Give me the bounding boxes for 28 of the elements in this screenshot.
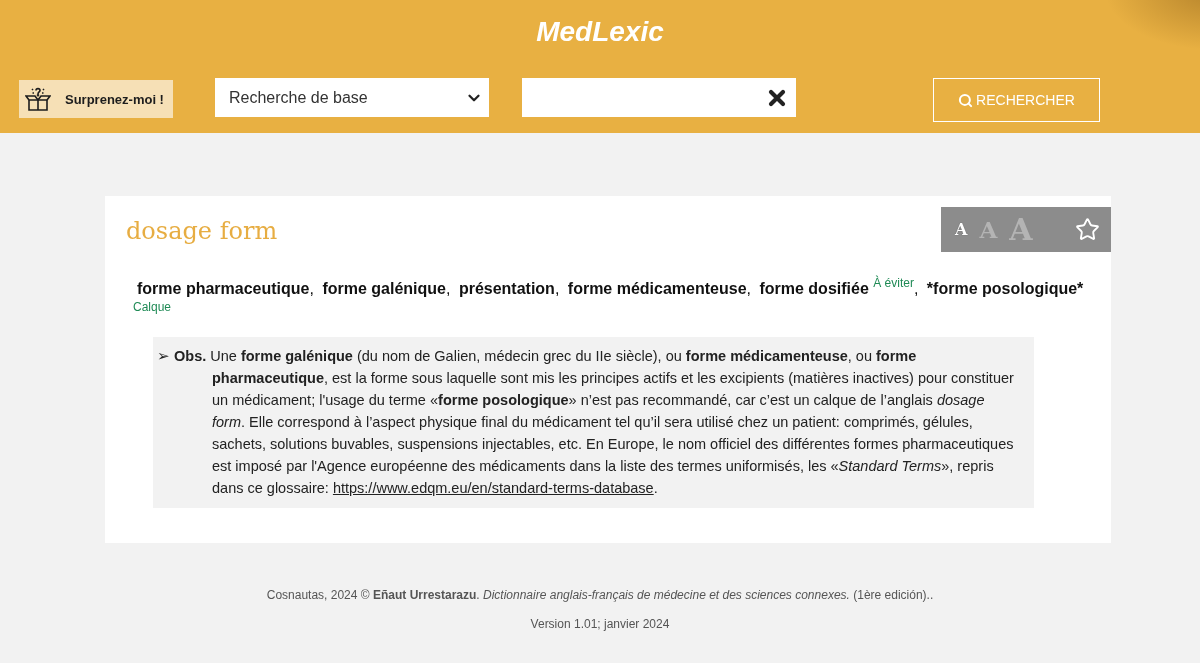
comma: , [554, 280, 560, 297]
surprise-box-icon [25, 86, 51, 112]
close-icon[interactable] [768, 88, 786, 107]
translation-term: forme galénique [322, 280, 446, 297]
search-button[interactable]: RECHERCHER [933, 78, 1100, 122]
footer-credit: Cosnautas, 2024 © Eñaut Urrestarazu. Dictionnaire anglais-français de médecine et des sciences connexes. (1ère edición).. [266, 587, 934, 604]
translation-term: forme pharmaceutique [137, 280, 310, 297]
translation-term: forme médicamenteuse [567, 280, 747, 297]
search-field[interactable] [522, 78, 796, 117]
surprise-button[interactable]: Surprenez-moi ! [19, 80, 173, 118]
observation-text: ➢ Obs. Une forme galénique (du nom de Galien, médecin grec du IIe siècle), ou forme médicamenteuse, ou forme pharmaceutique, est la forme sous laquelle sont mis les principes actifs et les excipients (matières inactives) pour constituer un médicament; l'usage du terme «forme posologique» n’est pas recommandé, car c’est un calque de l’anglais dosage form. Elle correspond à l’aspect physique final du médicament tel qu’il sera utilisé chez un patient: comprimés, gélules, sachets, solutions buvables, suspensions injectables, etc. En Europe, le nom officiel des différentes formes pharmaceutiques est imposé par l'Agence européenne des médicaments dans la liste des termes uniformisés, les «Standard Terms», repris dans ce glossaire: https://www.edqm.eu/en/standard-terms-database. [156, 347, 1015, 498]
search-icon [958, 92, 974, 108]
search-mode-select[interactable]: Recherche de base [215, 78, 489, 117]
translation-term: *forme posologique* [926, 280, 1084, 297]
comma: , [445, 280, 451, 297]
translation-term: forme dosifiée [759, 280, 869, 297]
translation-term: présentation [458, 280, 555, 297]
comma: , [913, 280, 919, 297]
database-link[interactable]: https://www.edqm.eu/en/standard-terms-database [332, 480, 654, 496]
usage-label: Calque [133, 300, 172, 314]
footer-version: Version 1.01; janvier 2024 [530, 616, 670, 633]
usage-label: À éviter [873, 276, 914, 290]
font-size-button[interactable]: A [951, 221, 972, 238]
app-title: MedLexic [536, 16, 664, 48]
star-icon[interactable] [1075, 217, 1100, 242]
comma: , [309, 280, 314, 297]
comma: , [746, 280, 751, 297]
headword: dosage form [126, 216, 278, 247]
